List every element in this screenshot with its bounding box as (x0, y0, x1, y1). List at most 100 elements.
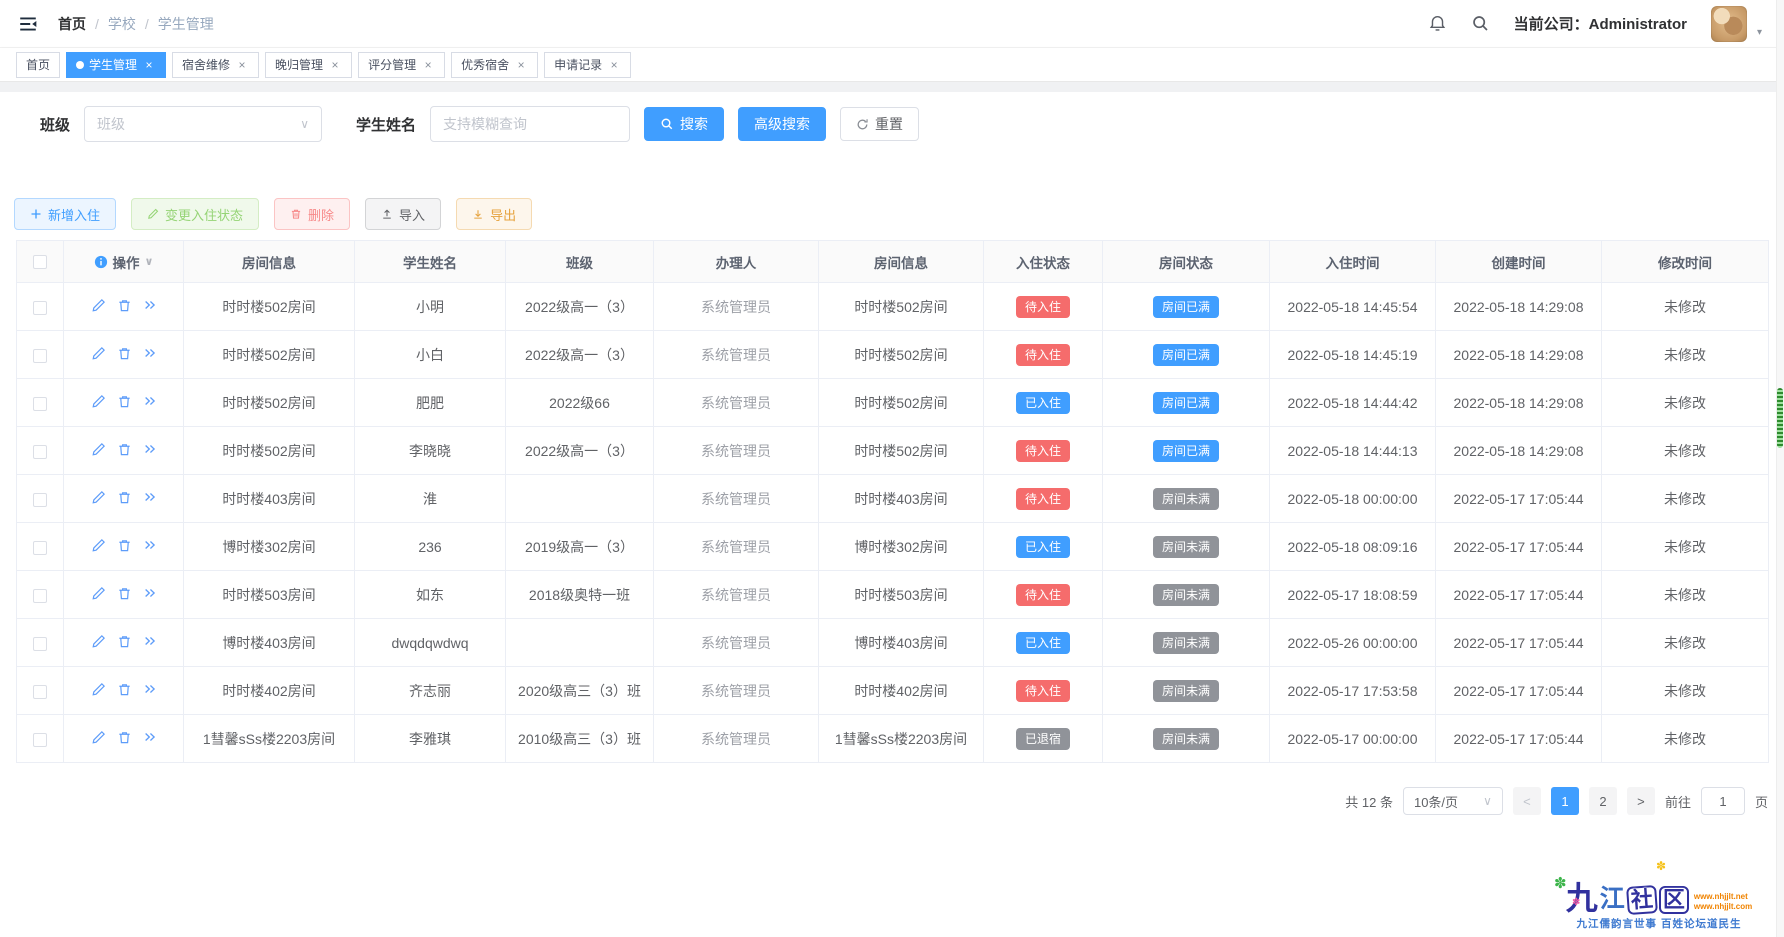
edit-row-icon[interactable] (91, 634, 106, 649)
page-scrollbar-thumb[interactable] (1777, 388, 1783, 448)
edit-row-icon[interactable] (91, 394, 106, 409)
delete-row-icon[interactable] (117, 682, 132, 697)
collapse-sidebar-icon[interactable] (18, 14, 38, 34)
room-status-badge: 房间未满 (1153, 632, 1219, 654)
row-checkbox[interactable] (33, 733, 47, 747)
edit-row-icon[interactable] (91, 730, 106, 745)
tab-student-management[interactable]: 学生管理 × (66, 52, 166, 78)
advanced-search-button[interactable]: 高级搜索 (738, 107, 826, 141)
column-room-info-2: 房间信息 (819, 241, 984, 283)
row-checkbox[interactable] (33, 589, 47, 603)
student-name-input[interactable] (430, 106, 630, 142)
room-status-badge: 房间未满 (1153, 536, 1219, 558)
row-checkbox[interactable] (33, 445, 47, 459)
export-label: 导出 (490, 205, 516, 224)
close-tab-icon[interactable]: × (514, 58, 528, 72)
logo-tagline: 九江儒韵言世事 百姓论坛道民生 (1548, 916, 1770, 931)
delete-button[interactable]: 删除 (274, 198, 350, 230)
next-page-button[interactable]: > (1627, 787, 1655, 815)
search-icon[interactable] (1471, 14, 1490, 33)
tab-late-return[interactable]: 晚归管理 × (265, 52, 352, 78)
row-checkbox[interactable] (33, 349, 47, 363)
delete-row-icon[interactable] (117, 490, 132, 505)
page-button-1[interactable]: 1 (1551, 787, 1579, 815)
close-tab-icon[interactable]: × (235, 58, 249, 72)
more-actions-chevrons-icon[interactable] (143, 682, 157, 696)
edit-row-icon[interactable] (91, 442, 106, 457)
more-actions-chevrons-icon[interactable] (143, 730, 157, 744)
more-actions-chevrons-icon[interactable] (143, 298, 157, 312)
more-actions-chevrons-icon[interactable] (143, 442, 157, 456)
more-actions-chevrons-icon[interactable] (143, 586, 157, 600)
row-checkbox[interactable] (33, 685, 47, 699)
info-icon (94, 255, 108, 269)
avatar-caret-down-icon[interactable]: ▾ (1757, 27, 1762, 38)
tab-score-management[interactable]: 评分管理 × (358, 52, 445, 78)
more-actions-chevrons-icon[interactable] (143, 394, 157, 408)
modified-time-cell: 未修改 (1602, 331, 1769, 379)
tab-home[interactable]: 首页 (16, 52, 60, 78)
more-actions-chevrons-icon[interactable] (143, 634, 157, 648)
tab-dorm-repair[interactable]: 宿舍维修 × (172, 52, 259, 78)
row-checkbox[interactable] (33, 397, 47, 411)
edit-row-icon[interactable] (91, 346, 106, 361)
reset-button-label: 重置 (875, 114, 903, 134)
close-tab-icon[interactable]: × (142, 58, 156, 72)
created-time-cell: 2022-05-17 17:05:44 (1436, 667, 1602, 715)
select-all-checkbox[interactable] (33, 255, 47, 269)
close-tab-icon[interactable]: × (421, 58, 435, 72)
column-room-info: 房间信息 (184, 241, 355, 283)
row-checkbox[interactable] (33, 493, 47, 507)
edit-row-icon[interactable] (91, 298, 106, 313)
checkin-time-cell: 2022-05-17 18:08:59 (1270, 571, 1436, 619)
class-select[interactable]: 班级 ∨ (84, 106, 322, 142)
more-actions-chevrons-icon[interactable] (143, 490, 157, 504)
user-avatar[interactable] (1711, 6, 1747, 42)
export-button[interactable]: 导出 (456, 198, 532, 230)
handler-cell: 系统管理员 (654, 427, 819, 475)
edit-row-icon[interactable] (91, 490, 106, 505)
checkin-time-cell: 2022-05-18 14:45:19 (1270, 331, 1436, 379)
page-unit-label: 页 (1755, 792, 1768, 811)
delete-row-icon[interactable] (117, 538, 132, 553)
more-actions-chevrons-icon[interactable] (143, 346, 157, 360)
delete-row-icon[interactable] (117, 394, 132, 409)
student-name-cell: 236 (355, 523, 506, 571)
add-checkin-label: 新增入住 (48, 205, 100, 224)
close-tab-icon[interactable]: × (607, 58, 621, 72)
delete-row-icon[interactable] (117, 346, 132, 361)
prev-page-button[interactable]: < (1513, 787, 1541, 815)
import-button[interactable]: 导入 (365, 198, 441, 230)
more-actions-chevrons-icon[interactable] (143, 538, 157, 552)
advanced-search-label: 高级搜索 (754, 114, 810, 134)
delete-row-icon[interactable] (117, 586, 132, 601)
row-checkbox[interactable] (33, 541, 47, 555)
search-button[interactable]: 搜索 (644, 107, 724, 141)
add-checkin-button[interactable]: 新增入住 (14, 198, 116, 230)
change-checkin-status-button[interactable]: 变更入住状态 (131, 198, 259, 230)
delete-row-icon[interactable] (117, 730, 132, 745)
bell-icon[interactable] (1428, 14, 1447, 33)
delete-label: 删除 (308, 205, 334, 224)
close-tab-icon[interactable]: × (328, 58, 342, 72)
goto-page-input[interactable] (1701, 787, 1745, 815)
class-cell: 2022级66 (506, 379, 654, 427)
page-size-select[interactable]: 10条/页 ∨ (1403, 787, 1503, 815)
room-info-cell: 时时楼502房间 (184, 331, 355, 379)
tab-excellent-dorm[interactable]: 优秀宿舍 × (451, 52, 538, 78)
edit-row-icon[interactable] (91, 682, 106, 697)
reset-button[interactable]: 重置 (840, 107, 919, 141)
column-settings-caret-icon[interactable]: ∨ (145, 255, 154, 268)
edit-row-icon[interactable] (91, 586, 106, 601)
row-checkbox[interactable] (33, 637, 47, 651)
delete-row-icon[interactable] (117, 298, 132, 313)
tab-application-records[interactable]: 申请记录 × (544, 52, 631, 78)
checkin-status-badge: 待入住 (1016, 344, 1070, 366)
delete-row-icon[interactable] (117, 634, 132, 649)
edit-row-icon[interactable] (91, 538, 106, 553)
delete-row-icon[interactable] (117, 442, 132, 457)
breadcrumb-home[interactable]: 首页 (58, 14, 86, 34)
page-button-2[interactable]: 2 (1589, 787, 1617, 815)
class-cell: 2020级高三（3）班 (506, 667, 654, 715)
row-checkbox[interactable] (33, 301, 47, 315)
